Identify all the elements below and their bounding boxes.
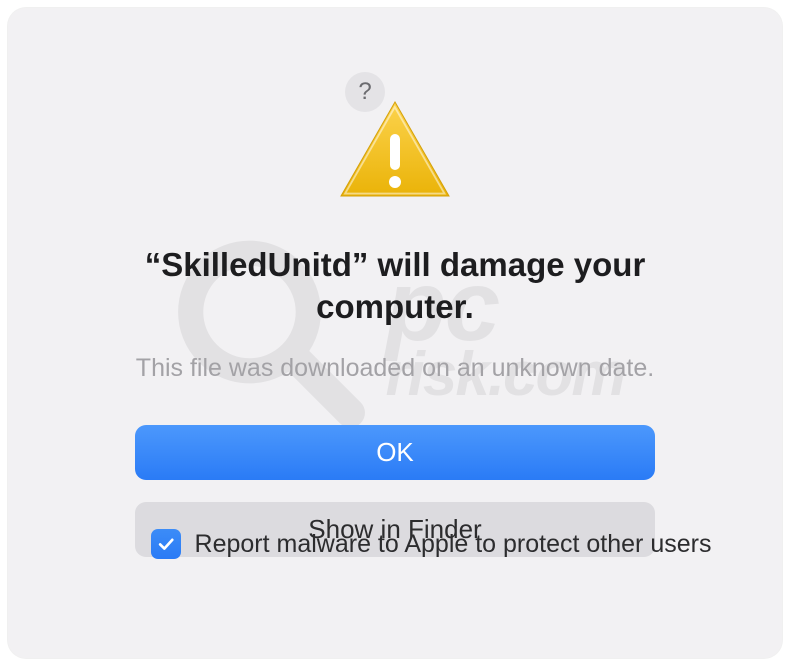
- report-malware-checkbox[interactable]: [151, 529, 181, 559]
- report-malware-label: Report malware to Apple to protect other…: [195, 530, 712, 559]
- alert-dialog: pc risk.com ? “SkilledUnitd” will damage…: [8, 8, 782, 658]
- checkmark-icon: [156, 534, 176, 554]
- warning-icon: [335, 96, 455, 206]
- report-malware-row: Report malware to Apple to protect other…: [151, 529, 712, 559]
- dialog-subtitle: This file was downloaded on an unknown d…: [136, 354, 654, 383]
- ok-button[interactable]: OK: [135, 425, 655, 480]
- ok-button-label: OK: [376, 437, 414, 468]
- dialog-title: “SkilledUnitd” will damage your computer…: [115, 244, 675, 328]
